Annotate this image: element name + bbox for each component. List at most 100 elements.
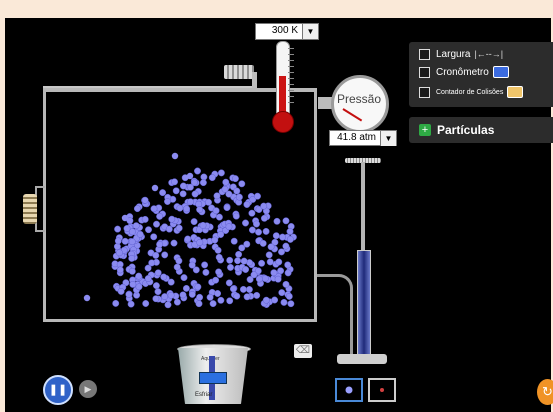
- molecule: [156, 212, 164, 220]
- molecule: [141, 215, 149, 223]
- molecule: [227, 263, 234, 271]
- reset-icon[interactable]: ↻: [537, 379, 553, 405]
- molecule: [238, 180, 246, 188]
- molecule: [243, 201, 251, 208]
- molecule: [121, 214, 129, 222]
- molecule: [284, 261, 292, 269]
- molecule: [114, 225, 122, 233]
- app-frame: 300 K ▼ Pressão 41.8 atm ▼ Aquecer Esfri…: [0, 0, 553, 412]
- collision-counter-icon: [507, 86, 524, 98]
- heat-slider-knob[interactable]: [199, 372, 227, 384]
- molecule: [194, 167, 201, 175]
- molecule: [225, 279, 233, 287]
- molecule: [128, 228, 136, 236]
- cool-label: Esfriar: [195, 392, 213, 398]
- molecule: [233, 187, 241, 195]
- collision-counter-checkbox[interactable]: [419, 86, 430, 98]
- molecule: [191, 190, 199, 198]
- molecule: [194, 283, 202, 291]
- molecule: [267, 243, 275, 251]
- molecule: [129, 280, 137, 288]
- molecule: [176, 204, 184, 212]
- molecule: [282, 242, 290, 250]
- molecule: [187, 198, 194, 206]
- step-forward-icon[interactable]: ▶: [79, 380, 97, 398]
- molecule: [248, 226, 256, 234]
- molecule: [113, 243, 121, 250]
- molecule: [165, 225, 173, 233]
- molecule: [173, 263, 181, 271]
- particles-label: Partículas: [437, 123, 495, 137]
- particles-panel[interactable]: + Partículas: [409, 117, 553, 143]
- molecule: [183, 205, 191, 213]
- molecule: [258, 259, 266, 267]
- width-option[interactable]: Largura |←--→|: [419, 47, 503, 61]
- molecule: [170, 239, 178, 247]
- timer-checkbox[interactable]: [419, 66, 430, 78]
- molecule: [152, 282, 160, 290]
- molecule: [186, 183, 194, 191]
- molecule: [286, 235, 294, 243]
- molecule: [226, 256, 234, 264]
- molecule: [151, 184, 159, 192]
- molecule: [171, 152, 179, 160]
- molecule: [145, 226, 152, 234]
- molecule: [255, 228, 262, 236]
- molecule: [215, 213, 223, 221]
- molecule: [148, 259, 156, 267]
- molecule: [270, 269, 278, 277]
- molecule: [275, 258, 283, 266]
- molecule: [212, 276, 220, 284]
- molecule: [255, 275, 263, 283]
- molecule: [112, 299, 120, 307]
- molecule: [239, 285, 247, 293]
- molecule: [260, 202, 268, 210]
- molecule: [253, 220, 260, 228]
- molecule: [179, 291, 187, 299]
- molecule: [225, 190, 233, 198]
- plus-icon[interactable]: +: [419, 124, 431, 136]
- molecule: [286, 228, 294, 235]
- molecule: [266, 258, 274, 266]
- tools-panel: Largura |←--→| Cronômetro Contador de Co…: [409, 42, 553, 107]
- timer-option[interactable]: Cronômetro: [419, 65, 509, 79]
- molecule: [284, 269, 292, 277]
- molecule: [287, 300, 295, 308]
- large-particle-view-button[interactable]: [335, 378, 363, 402]
- molecule: [152, 295, 160, 303]
- molecule: [182, 284, 190, 292]
- molecule: [202, 268, 210, 276]
- molecule: [274, 275, 282, 283]
- molecule: [153, 220, 160, 228]
- molecule: [223, 204, 231, 212]
- molecule: [234, 257, 242, 265]
- molecule: [128, 254, 136, 262]
- molecule: [208, 174, 216, 182]
- molecule: [259, 239, 267, 247]
- molecule: [233, 292, 241, 300]
- molecule: [243, 293, 251, 301]
- molecule: [212, 207, 220, 215]
- molecule: [260, 214, 268, 222]
- molecule: [188, 261, 196, 269]
- molecule: [214, 290, 222, 297]
- pause-icon[interactable]: ❚❚: [43, 375, 73, 405]
- width-checkbox[interactable]: [419, 48, 430, 60]
- molecule: [125, 290, 133, 298]
- molecule: [271, 296, 279, 304]
- molecule: [253, 291, 261, 299]
- molecule: [160, 273, 168, 281]
- molecule: [144, 275, 152, 282]
- collision-counter-option[interactable]: Contador de Colisões: [419, 85, 524, 99]
- molecule: [154, 269, 162, 277]
- molecule: [173, 298, 181, 306]
- molecule: [242, 266, 250, 273]
- molecule: [175, 224, 183, 232]
- molecule: [245, 286, 253, 293]
- small-particle-view-button[interactable]: [368, 378, 396, 402]
- eraser-icon[interactable]: ⌫: [294, 344, 312, 358]
- molecule: [179, 182, 187, 190]
- molecule: [214, 246, 222, 254]
- molecule: [279, 233, 286, 241]
- molecule: [254, 192, 261, 200]
